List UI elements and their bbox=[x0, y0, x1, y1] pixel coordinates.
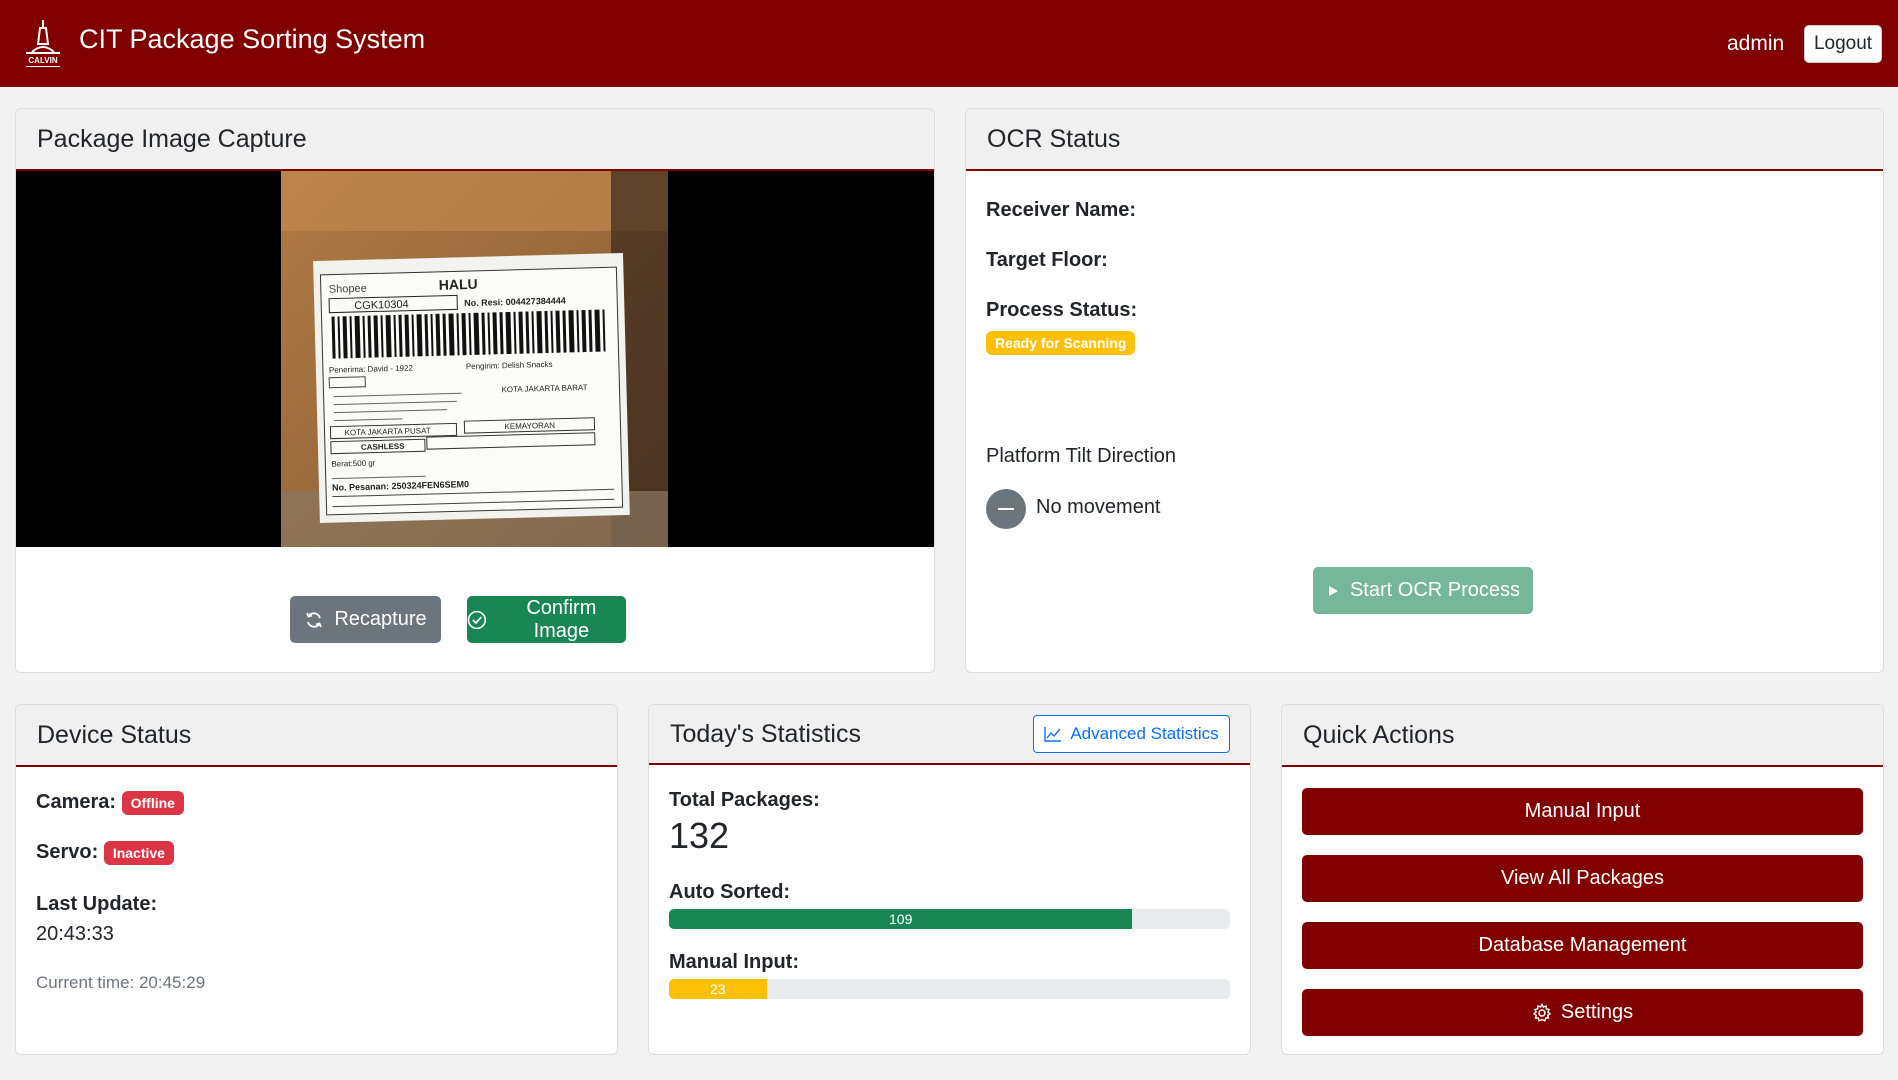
target-floor-label: Target Floor: bbox=[986, 249, 1108, 271]
svg-text:Shopee: Shopee bbox=[329, 283, 367, 296]
statistics-title: Today's Statistics bbox=[670, 719, 861, 748]
platform-tilt-title: Platform Tilt Direction bbox=[986, 445, 1177, 467]
app-title: CIT Package Sorting System bbox=[79, 24, 426, 54]
servo-status-row: Servo: Inactive bbox=[36, 841, 174, 865]
ocr-status-card: OCR Status Receiver Name: Target Floor: … bbox=[965, 108, 1884, 673]
receiver-name-label: Receiver Name: bbox=[986, 199, 1137, 221]
svg-text:HALU: HALU bbox=[439, 276, 478, 293]
check-circle-icon bbox=[467, 610, 487, 629]
confirm-image-label: Confirm Image bbox=[526, 596, 597, 642]
svg-text:CASHLESS: CASHLESS bbox=[361, 442, 405, 452]
database-management-button[interactable]: Database Management bbox=[1302, 922, 1863, 969]
camera-status-badge: Offline bbox=[121, 791, 184, 815]
gear-icon bbox=[1532, 1002, 1552, 1022]
last-update-label: Last Update: bbox=[36, 893, 158, 915]
recapture-button[interactable]: Recapture bbox=[290, 596, 441, 643]
image-capture-title: Package Image Capture bbox=[16, 109, 934, 171]
manual-input-button[interactable]: Manual Input bbox=[1302, 788, 1863, 835]
advanced-statistics-button[interactable]: Advanced Statistics bbox=[1033, 715, 1230, 753]
image-capture-card: Package Image Capture Shopee HALU CGK103… bbox=[15, 108, 935, 673]
servo-status-badge: Inactive bbox=[103, 841, 174, 865]
process-status-badge: Ready for Scanning bbox=[986, 331, 1136, 355]
current-time: Current time: 20:45:29 bbox=[36, 973, 206, 992]
statistics-card: Today's Statistics Advanced Statistics T… bbox=[648, 704, 1251, 1055]
svg-text:KEMAYORAN: KEMAYORAN bbox=[504, 421, 555, 431]
auto-sorted-progress: 109 bbox=[669, 909, 1230, 929]
servo-label: Servo: bbox=[36, 841, 99, 863]
quick-actions-card: Quick Actions Manual Input View All Pack… bbox=[1281, 704, 1884, 1055]
statistics-header: Today's Statistics Advanced Statistics bbox=[649, 705, 1250, 765]
last-update-value: 20:43:33 bbox=[36, 923, 114, 945]
settings-button[interactable]: Settings bbox=[1302, 989, 1863, 1036]
manual-input-progress: 23 bbox=[669, 979, 1230, 999]
current-user: admin bbox=[1727, 32, 1785, 55]
tilt-direction-value: No movement bbox=[1036, 496, 1161, 518]
advanced-statistics-label: Advanced Statistics bbox=[1070, 724, 1219, 743]
svg-text:Berat:500 gr: Berat:500 gr bbox=[331, 459, 376, 469]
confirm-image-button[interactable]: Confirm Image bbox=[467, 596, 626, 643]
calvin-logo: CALVIN bbox=[26, 20, 60, 67]
manual-input-label: Manual Input: bbox=[669, 951, 799, 973]
process-status-label: Process Status: bbox=[986, 299, 1138, 321]
chart-line-icon bbox=[1044, 727, 1062, 742]
start-ocr-button[interactable]: Start OCR Process bbox=[1313, 567, 1533, 614]
svg-text:CGK10304: CGK10304 bbox=[354, 299, 409, 312]
device-status-card: Device Status Camera: Offline Servo: Ina… bbox=[15, 704, 618, 1055]
manual-input-bar: 23 bbox=[669, 979, 767, 999]
total-packages-value: 132 bbox=[669, 815, 730, 856]
svg-text:CALVIN: CALVIN bbox=[28, 56, 57, 65]
camera-label: Camera: bbox=[36, 791, 117, 813]
logout-button[interactable]: Logout bbox=[1804, 25, 1882, 63]
auto-sorted-bar: 109 bbox=[669, 909, 1133, 929]
recapture-label: Recapture bbox=[334, 608, 427, 630]
no-movement-icon bbox=[986, 489, 1026, 529]
camera-preview: Shopee HALU CGK10304 No. Resi: 004427384… bbox=[16, 171, 934, 547]
ocr-status-title: OCR Status bbox=[966, 109, 1883, 171]
total-packages-label: Total Packages: bbox=[669, 789, 820, 811]
start-ocr-label: Start OCR Process bbox=[1349, 579, 1521, 601]
view-all-packages-button[interactable]: View All Packages bbox=[1302, 855, 1863, 902]
camera-status-row: Camera: Offline bbox=[36, 791, 184, 815]
device-status-title: Device Status bbox=[16, 705, 617, 767]
settings-label: Settings bbox=[1560, 1001, 1634, 1023]
auto-sorted-label: Auto Sorted: bbox=[669, 881, 791, 903]
package-photo: Shopee HALU CGK10304 No. Resi: 004427384… bbox=[281, 171, 668, 547]
navbar: CALVIN CIT Package Sorting System admin … bbox=[0, 0, 1898, 87]
quick-actions-title: Quick Actions bbox=[1282, 705, 1883, 767]
refresh-icon bbox=[306, 611, 323, 628]
play-icon bbox=[1328, 585, 1338, 596]
